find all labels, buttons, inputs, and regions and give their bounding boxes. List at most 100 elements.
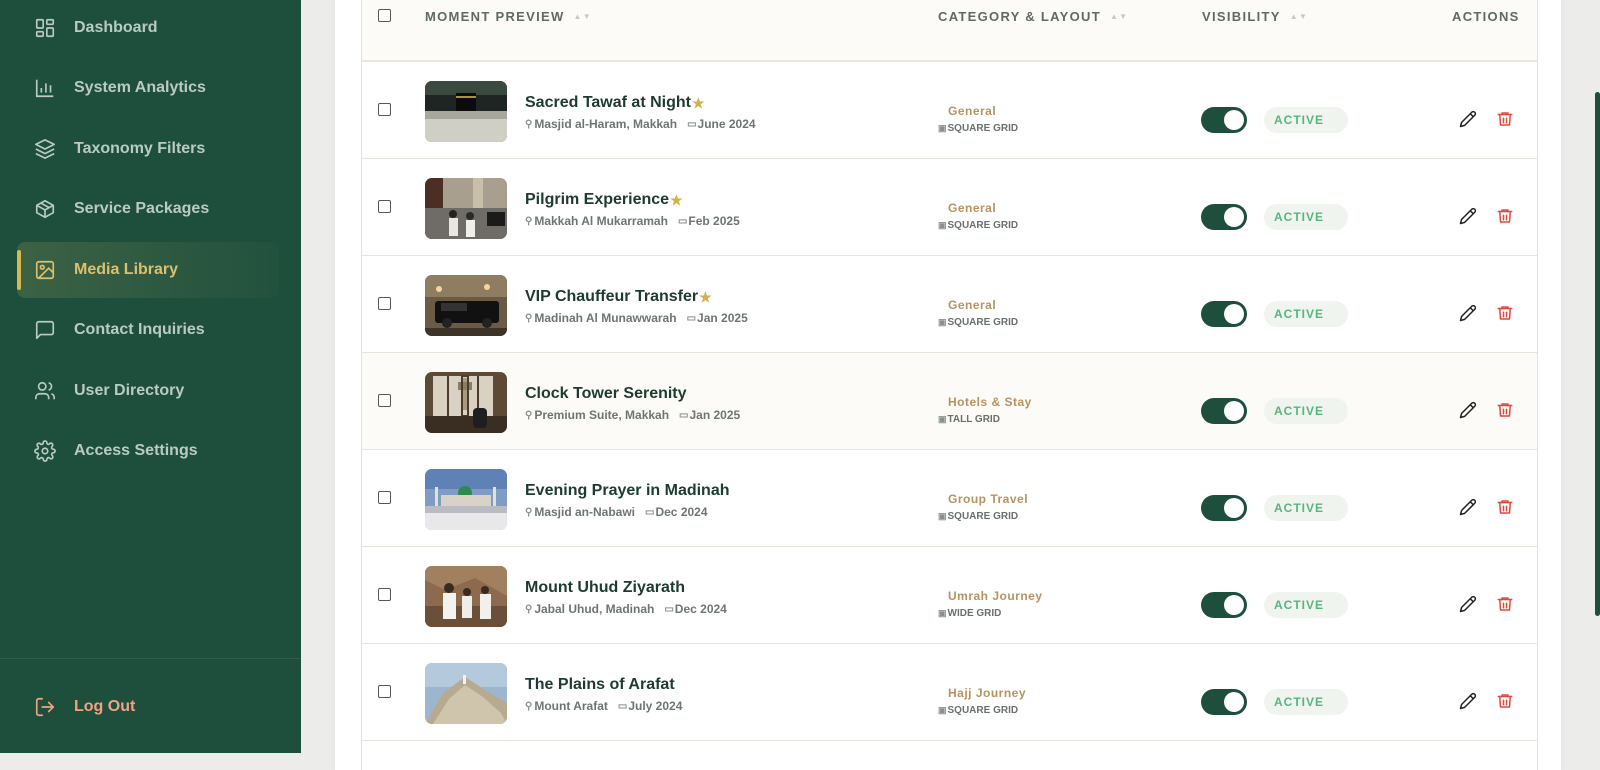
- edit-icon[interactable]: [1459, 401, 1477, 419]
- edit-icon[interactable]: [1459, 110, 1477, 128]
- grid-icon: ▣: [938, 220, 947, 230]
- media-meta: ⚲ Masjid al-Haram, Makkah ▭ June 2024: [525, 117, 756, 131]
- edit-icon[interactable]: [1459, 692, 1477, 710]
- sidebar-item-service-packages[interactable]: Service Packages: [17, 181, 279, 237]
- layout-label: ▣SQUARE GRID: [938, 705, 1019, 716]
- column-header-preview[interactable]: MOMENT PREVIEW ▲▼: [425, 9, 592, 24]
- calendar-icon: ▭: [687, 118, 697, 130]
- visibility-toggle[interactable]: [1201, 689, 1247, 715]
- media-meta: ⚲ Makkah Al Mukarramah ▭ Feb 2025: [525, 214, 740, 228]
- row-checkbox[interactable]: [378, 491, 391, 504]
- toggle-knob: [1224, 401, 1244, 421]
- delete-icon[interactable]: [1496, 692, 1514, 710]
- media-meta: ⚲ Madinah Al Munawwarah ▭ Jan 2025: [525, 311, 748, 325]
- thumbnail-image: [425, 178, 507, 239]
- edit-icon[interactable]: [1459, 304, 1477, 322]
- sidebar-item-access-settings[interactable]: Access Settings: [17, 423, 279, 479]
- dashboard-icon: [35, 18, 55, 38]
- calendar-icon: ▭: [617, 700, 628, 712]
- visibility-toggle[interactable]: [1201, 495, 1247, 521]
- sidebar-item-label: System Analytics: [74, 79, 206, 96]
- media-title: Pilgrim Experience ★: [525, 191, 683, 208]
- sidebar-item-label: Taxonomy Filters: [74, 140, 206, 157]
- table-row[interactable]: The Plains of Arafat ⚲ Mount Arafat ▭ July …: [362, 644, 1537, 741]
- sort-icon: ▲▼: [573, 12, 592, 21]
- layout-label: ▣SQUARE GRID: [938, 123, 1019, 134]
- grid-icon: ▣: [938, 705, 947, 715]
- scrollbar[interactable]: [1595, 92, 1600, 616]
- edit-icon[interactable]: [1459, 595, 1477, 613]
- visibility-toggle[interactable]: [1201, 398, 1247, 424]
- delete-icon[interactable]: [1496, 207, 1514, 225]
- featured-star-icon: ★: [699, 288, 712, 305]
- visibility-toggle[interactable]: [1201, 204, 1247, 230]
- layout-label: ▣SQUARE GRID: [938, 317, 1019, 328]
- category-label: Group Travel: [948, 492, 1029, 506]
- users-icon: [35, 381, 55, 400]
- sidebar-item-system-analytics[interactable]: System Analytics: [17, 60, 279, 116]
- column-header-visibility[interactable]: VISIBILITY ▲▼: [1202, 9, 1308, 24]
- edit-icon[interactable]: [1459, 498, 1477, 516]
- table-row[interactable]: Pilgrim Experience ★ ⚲ Makkah Al Mukarrama…: [362, 159, 1537, 256]
- toggle-knob: [1224, 498, 1244, 518]
- calendar-icon: ▭: [645, 506, 655, 518]
- toggle-knob: [1224, 304, 1244, 324]
- message-icon: [35, 320, 55, 340]
- featured-star-icon: ★: [691, 94, 705, 111]
- table-row[interactable]: Sacred Tawaf at Night ★ ⚲ Masjid al-Haram,…: [362, 62, 1537, 159]
- visibility-toggle[interactable]: [1201, 107, 1247, 133]
- sidebar-item-user-directory[interactable]: User Directory: [17, 363, 279, 419]
- layout-label: ▣SQUARE GRID: [938, 511, 1019, 522]
- thumbnail-image: [425, 663, 507, 724]
- table-row[interactable]: Mount Uhud Ziyarath ⚲ Jabal Uhud, Madinah…: [362, 547, 1537, 644]
- row-checkbox[interactable]: [378, 103, 391, 116]
- row-checkbox[interactable]: [378, 200, 391, 213]
- package-icon: [35, 199, 55, 219]
- sidebar-divider: [0, 658, 301, 659]
- delete-icon[interactable]: [1496, 401, 1514, 419]
- visibility-toggle[interactable]: [1201, 592, 1247, 618]
- media-title: Sacred Tawaf at Night ★: [525, 94, 705, 111]
- table-row[interactable]: Evening Prayer in Madinah ⚲ Masjid an-Nab…: [362, 450, 1537, 547]
- row-checkbox[interactable]: [378, 297, 391, 310]
- media-title: Clock Tower Serenity: [525, 385, 687, 402]
- thumbnail-image: [425, 372, 507, 433]
- sort-icon: ▲▼: [1109, 12, 1129, 21]
- category-label: General: [948, 104, 997, 118]
- image-icon: [35, 260, 55, 280]
- delete-icon[interactable]: [1496, 304, 1514, 322]
- table-row[interactable]: Clock Tower Serenity ⚲ Premium Suite, Mak…: [362, 353, 1537, 450]
- sidebar-item-contact-inquiries[interactable]: Contact Inquiries: [17, 302, 279, 358]
- sidebar-item-taxonomy-filters[interactable]: Taxonomy Filters: [17, 121, 279, 177]
- column-header-category[interactable]: CATEGORY & LAYOUT ▲▼: [938, 9, 1128, 24]
- row-checkbox[interactable]: [378, 685, 391, 698]
- sidebar-item-dashboard[interactable]: Dashboard: [17, 0, 279, 56]
- visibility-toggle[interactable]: [1201, 301, 1247, 327]
- delete-icon[interactable]: [1496, 498, 1514, 516]
- media-meta: ⚲ Premium Suite, Makkah ▭ Jan 2025: [525, 408, 741, 422]
- layout-label: ▣WIDE GRID: [938, 608, 1002, 619]
- category-label: General: [948, 201, 997, 215]
- select-all-checkbox[interactable]: [378, 9, 391, 22]
- location-pin-icon: ⚲: [525, 118, 533, 130]
- grid-icon: ▣: [938, 511, 947, 521]
- status-badge: ACTIVE: [1264, 592, 1348, 618]
- row-checkbox[interactable]: [378, 394, 391, 407]
- layers-icon: [35, 139, 55, 159]
- row-checkbox[interactable]: [378, 588, 391, 601]
- location-pin-icon: ⚲: [525, 700, 533, 712]
- sidebar-item-label: Service Packages: [74, 200, 210, 217]
- grid-icon: ▣: [938, 317, 947, 327]
- delete-icon[interactable]: [1496, 110, 1514, 128]
- toggle-knob: [1224, 595, 1244, 615]
- sidebar-item-label: Media Library: [74, 261, 179, 278]
- sidebar-item-media-library[interactable]: Media Library: [17, 242, 279, 298]
- thumbnail-image: [425, 566, 507, 627]
- sidebar-item-label: Access Settings: [74, 442, 198, 459]
- status-badge: ACTIVE: [1264, 107, 1348, 133]
- media-meta: ⚲ Mount Arafat ▭ July 2024: [525, 699, 683, 713]
- logout-button[interactable]: Log Out: [17, 679, 279, 735]
- delete-icon[interactable]: [1496, 595, 1514, 613]
- table-row[interactable]: VIP Chauffeur Transfer ★ ⚲ Madinah Al Muna…: [362, 256, 1537, 353]
- edit-icon[interactable]: [1459, 207, 1477, 225]
